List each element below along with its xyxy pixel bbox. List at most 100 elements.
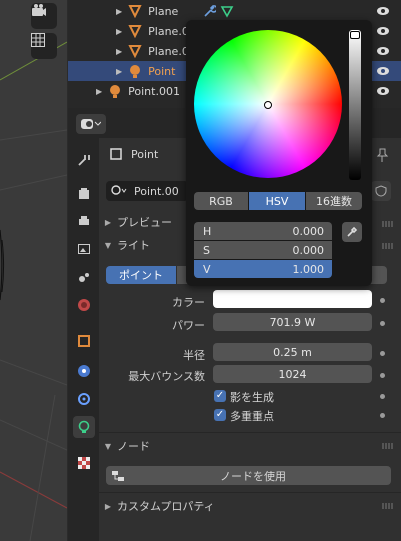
panel-nodes-header[interactable]: ▼ ノード <box>99 435 401 457</box>
tab-world[interactable] <box>73 294 95 316</box>
outliner-label: Point.001 <box>128 84 180 98</box>
color-swatch[interactable] <box>213 290 372 308</box>
grid-icon <box>31 33 45 47</box>
light-type-point-button[interactable]: ポイント <box>106 266 176 284</box>
keyframe-dot-icon[interactable] <box>380 351 385 356</box>
light-datablock-selector[interactable]: Point.00 <box>106 181 188 201</box>
world-icon <box>78 299 90 311</box>
collapse-arrow-icon: ▶ <box>104 217 112 227</box>
keyframe-dot-icon[interactable] <box>380 413 385 418</box>
vertex-group-icon <box>220 6 234 18</box>
panel-nodes-label: ノード <box>117 440 150 453</box>
tab-output[interactable] <box>73 210 95 232</box>
mode-rgb-button[interactable]: RGB <box>194 192 248 210</box>
saturation-field[interactable]: S 0.000 <box>194 241 332 259</box>
value-slider-handle[interactable] <box>350 31 360 39</box>
max-bounces-field[interactable]: 1024 <box>213 365 372 383</box>
expand-arrow-icon[interactable]: ▶ <box>116 67 122 76</box>
object-icon <box>78 335 90 347</box>
expand-arrow-icon[interactable]: ▶ <box>116 7 122 16</box>
physics-icon <box>78 365 90 377</box>
expand-arrow-icon: ▼ <box>104 240 112 250</box>
shield-icon <box>375 185 387 197</box>
editor-type-button[interactable] <box>76 114 106 134</box>
multiple-importance-checkbox[interactable]: ✓ <box>214 409 226 421</box>
use-nodes-label: ノードを使用 <box>220 469 286 483</box>
drag-grip-icon[interactable] <box>382 221 394 227</box>
pin-button[interactable] <box>375 148 389 165</box>
visibility-eye-icon[interactable] <box>376 84 390 98</box>
visibility-eye-icon[interactable] <box>376 4 390 18</box>
hue-field[interactable]: H 0.000 <box>194 222 332 240</box>
light-icon <box>110 85 121 98</box>
fake-user-button[interactable] <box>371 181 391 201</box>
value-field[interactable]: V 1.000 <box>194 260 332 278</box>
mode-hex-button[interactable]: 16進数 <box>306 192 362 210</box>
visibility-eye-icon[interactable] <box>376 64 390 78</box>
tab-view-layer[interactable] <box>73 238 95 260</box>
keyframe-dot-icon[interactable] <box>380 298 385 303</box>
object-icon <box>110 148 122 160</box>
color-label: カラー <box>172 296 205 309</box>
panel-divider <box>99 432 401 433</box>
mesh-icon <box>128 5 142 18</box>
value-label: V <box>203 262 211 276</box>
tab-object-data-light[interactable] <box>73 416 95 438</box>
keyframe-dot-icon[interactable] <box>380 373 385 378</box>
printer-icon <box>79 216 89 225</box>
viewport-canvas <box>0 41 67 541</box>
color-wheel-cursor[interactable] <box>264 101 272 109</box>
tab-object[interactable] <box>73 330 95 352</box>
object-name: Point <box>131 147 159 161</box>
tool-icon <box>78 155 90 166</box>
eyedropper-button[interactable] <box>342 222 362 242</box>
wrench-icon <box>204 5 216 17</box>
panel-custom-properties-header[interactable]: ▶ カスタムプロパティ <box>99 495 401 517</box>
tab-modifiers[interactable] <box>73 360 95 382</box>
camera-view-button[interactable] <box>31 3 57 29</box>
pin-icon <box>376 148 389 162</box>
tab-render[interactable] <box>73 183 95 205</box>
power-label: パワー <box>172 319 205 332</box>
drag-grip-icon[interactable] <box>382 443 394 449</box>
use-nodes-button[interactable]: ノードを使用 <box>106 466 391 485</box>
panel-preview-label: プレビュー <box>117 216 172 229</box>
panel-custom-properties-label: カスタムプロパティ <box>117 500 215 513</box>
expand-arrow-icon[interactable]: ▶ <box>116 47 122 56</box>
radius-field[interactable]: 0.25 m <box>213 343 372 361</box>
scene-icon <box>79 273 89 282</box>
hue-value: 0.000 <box>292 224 325 238</box>
power-field[interactable]: 701.9 W <box>213 313 372 331</box>
expand-arrow-icon: ▼ <box>104 441 112 451</box>
value-slider[interactable] <box>349 30 361 180</box>
tab-constraints[interactable] <box>73 388 95 410</box>
drag-grip-icon[interactable] <box>382 243 394 249</box>
camera-icon <box>32 4 46 16</box>
collapse-arrow-icon: ▶ <box>104 501 112 511</box>
3d-viewport[interactable] <box>0 0 67 541</box>
visibility-eye-icon[interactable] <box>376 44 390 58</box>
light-icon <box>130 65 141 78</box>
cast-shadow-checkbox[interactable]: ✓ <box>214 390 226 402</box>
constraint-icon <box>78 393 90 405</box>
mesh-icon <box>128 45 142 58</box>
tab-scene[interactable] <box>73 266 95 288</box>
light-type-point-label: ポイント <box>119 269 163 282</box>
tab-tool[interactable] <box>73 149 95 171</box>
context-breadcrumb: Point <box>109 147 158 161</box>
grid-view-button[interactable] <box>31 33 57 59</box>
editor-type-icon <box>81 119 101 129</box>
datablock-name: Point.00 <box>134 184 179 198</box>
expand-arrow-icon[interactable]: ▶ <box>116 27 122 36</box>
panel-divider <box>99 492 401 493</box>
mode-hsv-button[interactable]: HSV <box>249 192 305 210</box>
visibility-eye-icon[interactable] <box>376 24 390 38</box>
drag-grip-icon[interactable] <box>382 503 394 509</box>
panel-light-label: ライト <box>117 239 150 252</box>
keyframe-dot-icon[interactable] <box>380 394 385 399</box>
tab-texture[interactable] <box>73 452 95 474</box>
keyframe-dot-icon[interactable] <box>380 321 385 326</box>
eyedropper-icon <box>347 226 358 237</box>
outliner-row-plane[interactable]: ▶ Plane <box>68 1 401 21</box>
expand-arrow-icon[interactable]: ▶ <box>96 87 102 96</box>
